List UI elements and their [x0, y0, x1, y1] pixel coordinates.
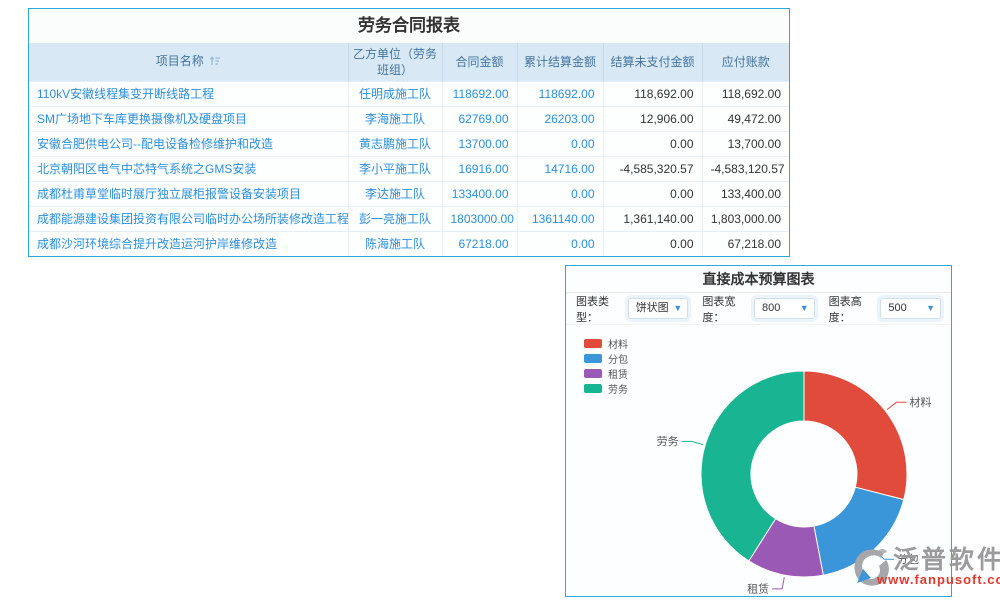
settled-amount-cell: 0.00 — [517, 231, 603, 256]
column-header-payable: 应付账款 — [702, 43, 789, 81]
project-name-cell[interactable]: 110kV安徽线程集变开断线路工程 — [29, 81, 348, 106]
column-header-project: 项目名称 — [29, 43, 348, 81]
report-title: 劳务合同报表 — [29, 9, 789, 43]
contract-amount-cell: 13700.00 — [442, 131, 517, 156]
project-name-cell[interactable]: 成都杜甫草堂临时展厅独立展柜报警设备安装项目 — [29, 181, 348, 206]
payable-cell: 118,692.00 — [702, 81, 789, 106]
column-header-project-label: 项目名称 — [156, 54, 204, 68]
table-row: 110kV安徽线程集变开断线路工程任明成施工队118692.00118692.0… — [29, 81, 789, 106]
settled-amount-cell: 118692.00 — [517, 81, 603, 106]
watermark-brand-name: 泛普软件 — [893, 547, 1000, 574]
payable-cell: 67,218.00 — [702, 231, 789, 256]
slice-label: 租赁 — [747, 581, 769, 595]
project-name-cell[interactable]: 成都沙河环境综合提升改造运河护岸维修改造 — [29, 231, 348, 256]
contract-amount-cell: 1803000.00 — [442, 206, 517, 231]
label-leader-line — [682, 441, 704, 444]
unpaid-amount-cell: 118,692.00 — [603, 81, 702, 106]
team-cell[interactable]: 李达施工队 — [348, 181, 442, 206]
unpaid-amount-cell: 12,906.00 — [603, 106, 702, 131]
payable-cell: 133,400.00 — [702, 181, 789, 206]
page: 劳务合同报表 项目名称 乙方单位（劳务班组） 合同金额 累计结算金额 结算未支付… — [0, 0, 1000, 600]
table-row: 成都杜甫草堂临时展厅独立展柜报警设备安装项目李达施工队133400.000.00… — [29, 181, 789, 206]
table-row: 北京朝阳区电气中芯特气系统之GMS安装李小平施工队16916.0014716.0… — [29, 156, 789, 181]
labor-contract-report: 劳务合同报表 项目名称 乙方单位（劳务班组） 合同金额 累计结算金额 结算未支付… — [28, 8, 790, 257]
unpaid-amount-cell: -4,585,320.57 — [603, 156, 702, 181]
watermark-url: www.fanpusoft.com — [877, 572, 1000, 587]
table-row: 安徽合肥供电公司--配电设备检修维护和改造黄志鹏施工队13700.000.000… — [29, 131, 789, 156]
project-name-cell[interactable]: 安徽合肥供电公司--配电设备检修维护和改造 — [29, 131, 348, 156]
table-header-row: 项目名称 乙方单位（劳务班组） 合同金额 累计结算金额 结算未支付金额 应付账款 — [29, 43, 789, 81]
project-name-cell[interactable]: 北京朝阳区电气中芯特气系统之GMS安装 — [29, 156, 348, 181]
column-header-team: 乙方单位（劳务班组） — [348, 43, 442, 81]
contract-amount-cell: 16916.00 — [442, 156, 517, 181]
project-name-cell[interactable]: 成都能源建设集团投资有限公司临时办公场所装修改造工程EPC — [29, 206, 348, 231]
report-table-body: 110kV安徽线程集变开断线路工程任明成施工队118692.00118692.0… — [29, 81, 789, 256]
settled-amount-cell: 1361140.00 — [517, 206, 603, 231]
unpaid-amount-cell: 0.00 — [603, 181, 702, 206]
settled-amount-cell: 0.00 — [517, 131, 603, 156]
team-cell[interactable]: 彭一亮施工队 — [348, 206, 442, 231]
team-cell[interactable]: 李海施工队 — [348, 106, 442, 131]
label-leader-line — [887, 402, 906, 409]
payable-cell: 1,803,000.00 — [702, 206, 789, 231]
column-header-settled-amount: 累计结算金额 — [517, 43, 603, 81]
sort-icon[interactable] — [209, 55, 221, 71]
column-header-contract-amount: 合同金额 — [442, 43, 517, 81]
settled-amount-cell: 0.00 — [517, 181, 603, 206]
report-table: 项目名称 乙方单位（劳务班组） 合同金额 累计结算金额 结算未支付金额 应付账款… — [29, 43, 789, 256]
unpaid-amount-cell: 0.00 — [603, 231, 702, 256]
table-row: 成都沙河环境综合提升改造运河护岸维修改造陈海施工队67218.000.000.0… — [29, 231, 789, 256]
settled-amount-cell: 14716.00 — [517, 156, 603, 181]
chart-panel-title: 直接成本预算图表 — [566, 266, 951, 293]
payable-cell: 13,700.00 — [702, 131, 789, 156]
team-cell[interactable]: 陈海施工队 — [348, 231, 442, 256]
fanpu-watermark: 泛普软件 www.fanpusoft.com — [851, 547, 1000, 594]
table-row: 成都能源建设集团投资有限公司临时办公场所装修改造工程EPC彭一亮施工队18030… — [29, 206, 789, 231]
team-cell[interactable]: 李小平施工队 — [348, 156, 442, 181]
label-leader-line — [772, 577, 784, 589]
project-name-cell[interactable]: SM广场地下车库更换摄像机及硬盘项目 — [29, 106, 348, 131]
unpaid-amount-cell: 0.00 — [603, 131, 702, 156]
payable-cell: 49,472.00 — [702, 106, 789, 131]
pie-slice-0[interactable] — [804, 371, 907, 500]
contract-amount-cell: 62769.00 — [442, 106, 517, 131]
contract-amount-cell: 118692.00 — [442, 81, 517, 106]
slice-label: 材料 — [909, 395, 931, 409]
contract-amount-cell: 133400.00 — [442, 181, 517, 206]
settled-amount-cell: 26203.00 — [517, 106, 603, 131]
column-header-unpaid-amount: 结算未支付金额 — [603, 43, 702, 81]
slice-label: 劳务 — [657, 435, 679, 448]
team-cell[interactable]: 任明成施工队 — [348, 81, 442, 106]
team-cell[interactable]: 黄志鹏施工队 — [348, 131, 442, 156]
payable-cell: -4,583,120.57 — [702, 156, 789, 181]
unpaid-amount-cell: 1,361,140.00 — [603, 206, 702, 231]
contract-amount-cell: 67218.00 — [442, 231, 517, 256]
table-row: SM广场地下车库更换摄像机及硬盘项目李海施工队62769.0026203.001… — [29, 106, 789, 131]
